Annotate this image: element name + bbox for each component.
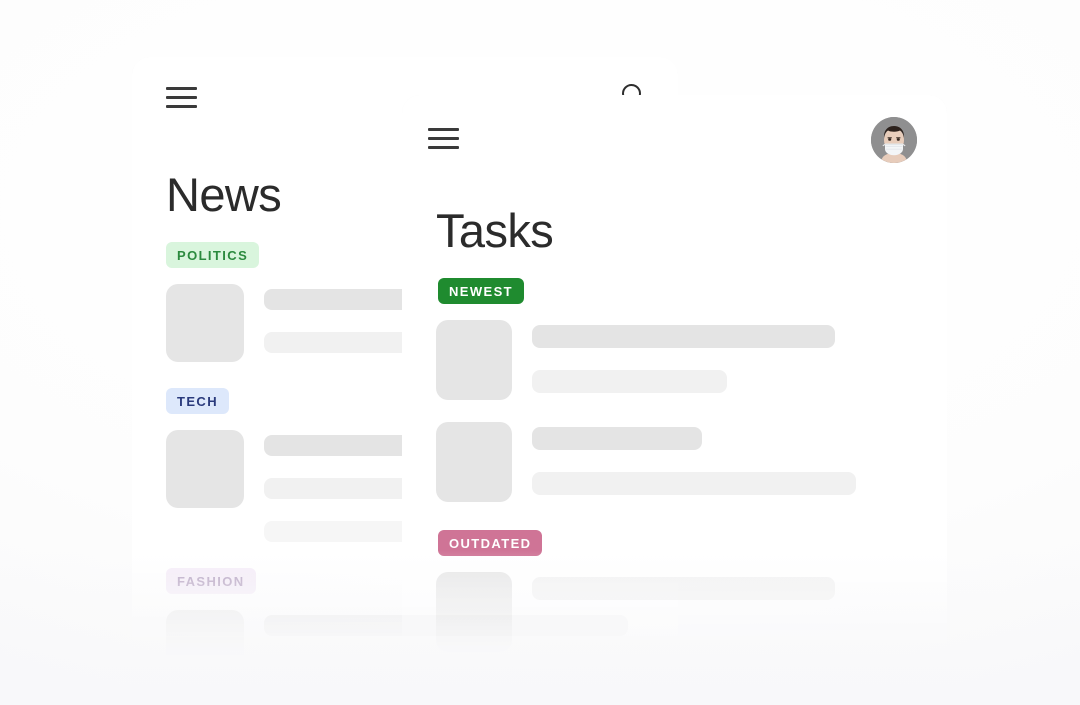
- status-badge-fashion[interactable]: FASHION: [166, 568, 256, 594]
- avatar-image: [871, 117, 917, 163]
- thumbnail-placeholder: [166, 610, 244, 657]
- tasks-card: Tasks NEWEST OUTDATED: [402, 95, 947, 657]
- hamburger-menu-icon[interactable]: [166, 87, 197, 109]
- text-placeholder-line: [532, 325, 835, 348]
- text-placeholder-group: [532, 320, 947, 393]
- page-title: Tasks: [436, 204, 554, 257]
- status-badge-outdated[interactable]: OUTDATED: [438, 530, 543, 556]
- hamburger-bar: [428, 137, 459, 140]
- text-placeholder-line: [532, 370, 728, 393]
- section-newest: NEWEST: [404, 278, 947, 304]
- hamburger-bar: [428, 146, 459, 149]
- hamburger-menu-icon[interactable]: [428, 128, 459, 150]
- text-placeholder-group: [532, 572, 947, 600]
- hamburger-bar: [428, 128, 459, 131]
- hamburger-bar: [166, 87, 197, 90]
- text-placeholder-group: [532, 422, 947, 495]
- hamburger-bar: [166, 96, 197, 99]
- status-badge-tech[interactable]: TECH: [166, 388, 229, 414]
- text-placeholder-line: [532, 427, 703, 450]
- list-item[interactable]: [436, 320, 947, 400]
- thumbnail-placeholder: [436, 422, 512, 502]
- thumbnail-placeholder: [436, 572, 512, 652]
- section-outdated: OUTDATED: [404, 530, 947, 556]
- page-background: News POLITICS TECH FASHION Tasks NEWEST …: [0, 0, 1080, 705]
- hamburger-bar: [166, 105, 197, 108]
- text-placeholder-line: [532, 472, 856, 495]
- thumbnail-placeholder: [436, 320, 512, 400]
- thumbnail-placeholder: [166, 284, 244, 362]
- list-item[interactable]: [436, 422, 947, 502]
- avatar[interactable]: [871, 117, 917, 163]
- thumbnail-placeholder: [166, 430, 244, 508]
- tasks-topbar: [402, 95, 947, 181]
- list-item[interactable]: [436, 572, 947, 652]
- text-placeholder-line: [532, 577, 835, 600]
- status-badge-newest[interactable]: NEWEST: [438, 278, 525, 304]
- status-badge-politics[interactable]: POLITICS: [166, 242, 260, 268]
